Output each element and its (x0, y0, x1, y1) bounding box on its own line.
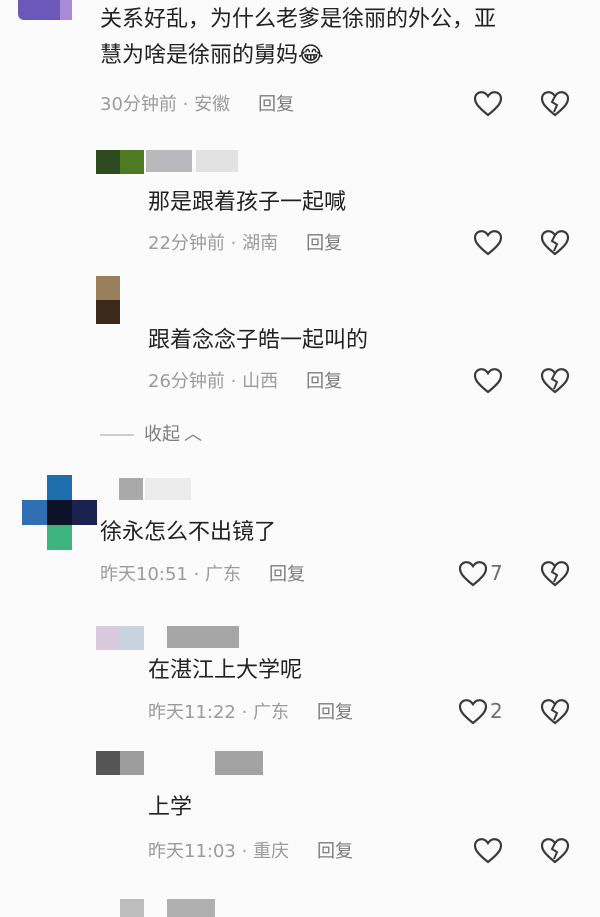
username-redacted (167, 626, 239, 648)
comment-text: 关系好乱，为什么老爹是徐丽的外公，亚 慧为啥是徐丽的舅妈😂 (100, 2, 580, 74)
timestamp: 昨天10:51 (100, 564, 188, 585)
avatar-accent (47, 500, 72, 525)
dislike-broken-heart-icon[interactable] (541, 368, 569, 394)
timestamp: 26分钟前 (148, 371, 225, 392)
avatar-accent (120, 150, 144, 174)
comment-meta: 昨天11:03 · 重庆 回复 (148, 840, 353, 864)
location: 安徽 (194, 94, 231, 115)
comment-text: 在湛江上大学呢 (148, 658, 303, 683)
separator: · (224, 233, 243, 254)
avatar[interactable] (120, 899, 144, 917)
comment-text: 徐永怎么不出镜了 (100, 520, 277, 545)
comment-meta: 30分钟前 · 安徽 回复 (100, 93, 294, 117)
avatar[interactable] (96, 751, 120, 775)
comment-text: 跟着念念子皓一起叫的 (148, 328, 369, 353)
comment-line: 关系好乱，为什么老爹是徐丽的外公，亚 (100, 7, 497, 32)
comment-meta: 昨天11:22 · 广东 回复 (148, 701, 353, 725)
dislike-broken-heart-icon[interactable] (541, 91, 569, 117)
avatar-accent (47, 525, 72, 550)
laughing-emoji-icon: 😂 (298, 43, 324, 68)
avatar[interactable] (96, 276, 120, 300)
separator: · (224, 371, 243, 392)
location: 广东 (205, 564, 242, 585)
timestamp: 昨天11:22 (148, 702, 236, 723)
reply-button[interactable]: 回复 (317, 841, 353, 862)
dislike-broken-heart-icon[interactable] (541, 699, 569, 725)
avatar[interactable] (47, 475, 72, 500)
timestamp: 30分钟前 (100, 94, 177, 115)
avatar-accent (22, 500, 47, 525)
dislike-broken-heart-icon[interactable] (541, 561, 569, 587)
like-heart-icon[interactable] (474, 838, 502, 864)
like-heart-icon[interactable] (474, 368, 502, 394)
like-heart-icon[interactable] (474, 91, 502, 117)
avatar-accent (120, 751, 144, 775)
username-redacted (119, 478, 143, 500)
avatar-accent (120, 626, 144, 650)
separator: · (187, 564, 206, 585)
separator: · (235, 841, 254, 862)
avatar[interactable] (96, 626, 120, 650)
separator: · (235, 702, 254, 723)
avatar-accent (96, 300, 120, 324)
reply-button[interactable]: 回复 (306, 233, 342, 254)
like-heart-icon[interactable] (474, 230, 502, 256)
reply-button[interactable]: 回复 (317, 702, 353, 723)
separator: · (176, 94, 195, 115)
like-heart-icon[interactable] (459, 561, 487, 587)
username-redacted (146, 150, 192, 172)
timestamp: 昨天11:03 (148, 841, 236, 862)
reply-button[interactable]: 回复 (306, 371, 342, 392)
like-heart-icon[interactable] (459, 699, 487, 725)
comment-meta: 22分钟前 · 湖南 回复 (148, 232, 342, 256)
username-redacted (167, 899, 215, 917)
avatar-accent (72, 500, 97, 525)
comment-text: 上学 (148, 795, 193, 820)
collapse-divider (100, 434, 134, 436)
location: 山西 (242, 371, 279, 392)
dislike-broken-heart-icon[interactable] (541, 838, 569, 864)
comment-meta: 昨天10:51 · 广东 回复 (100, 563, 305, 587)
location: 湖南 (242, 233, 279, 254)
comment-meta: 26分钟前 · 山西 回复 (148, 370, 342, 394)
like-count: 2 (490, 699, 503, 723)
timestamp: 22分钟前 (148, 233, 225, 254)
reply-button[interactable]: 回复 (269, 564, 305, 585)
username-redacted (145, 478, 191, 500)
like-count: 7 (490, 561, 503, 585)
location: 重庆 (253, 841, 290, 862)
chevron-up-icon: ︿ (184, 424, 202, 445)
username-redacted (215, 751, 263, 775)
username-redacted (196, 150, 238, 172)
dislike-broken-heart-icon[interactable] (541, 230, 569, 256)
comment-text: 那是跟着孩子一起喊 (148, 190, 347, 215)
location: 广东 (253, 702, 290, 723)
reply-button[interactable]: 回复 (258, 94, 294, 115)
avatar-accent (60, 0, 72, 20)
collapse-replies-button[interactable]: 收起 ︿ (100, 420, 202, 446)
avatar[interactable] (96, 150, 120, 174)
comment-line-text: 慧为啥是徐丽的舅妈 (100, 43, 299, 68)
comment-line: 慧为啥是徐丽的舅妈😂 (100, 38, 580, 74)
collapse-label: 收起 (144, 424, 180, 445)
